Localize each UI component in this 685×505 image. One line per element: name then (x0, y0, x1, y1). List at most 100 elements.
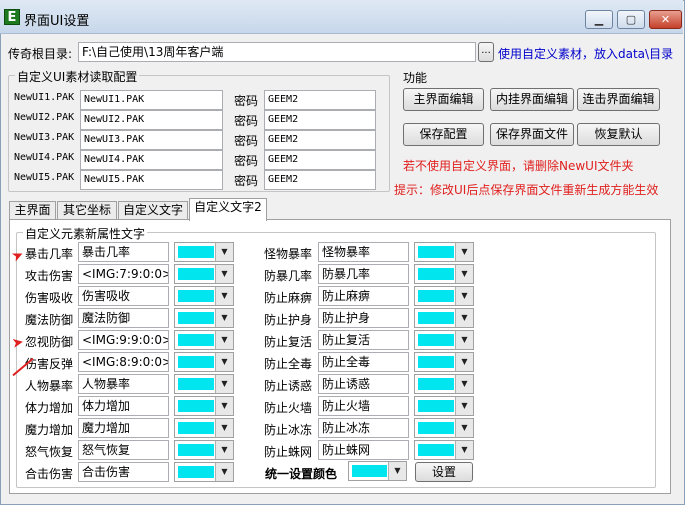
attr-label: 防止冰冻 (264, 423, 313, 437)
attr-text-input[interactable]: 防暴几率 (318, 264, 409, 284)
tab-other-coords[interactable]: 其它坐标 (57, 201, 117, 220)
pak-name-label: NewUI1.PAK (14, 92, 75, 103)
main-ui-edit-button[interactable]: 主界面编辑 (403, 88, 484, 111)
attr-text-input[interactable]: 防止火墙 (318, 396, 409, 416)
browse-button[interactable]: ... (478, 42, 494, 62)
combo-ui-edit-button[interactable]: 连击界面编辑 (577, 88, 660, 111)
attr-text-input[interactable]: <IMG:8:9:0:0> (78, 352, 169, 372)
color-swatch (418, 268, 454, 280)
attr-text-input[interactable]: <IMG:7:9:0:0> (78, 264, 169, 284)
color-swatch (178, 378, 214, 390)
attr-text-input[interactable]: 防止蛛网 (318, 440, 409, 460)
pak-password-input[interactable]: GEEM2 (264, 110, 376, 130)
attr-text-input[interactable]: 暴击几率 (78, 242, 169, 262)
pak-file-input[interactable]: NewUI4.PAK (80, 150, 223, 170)
minimize-button[interactable]: ▁ (585, 10, 613, 29)
attr-text-input[interactable]: 体力增加 (78, 396, 169, 416)
pak-password-input[interactable]: GEEM2 (264, 150, 376, 170)
attr-color-select[interactable]: ▼ (174, 396, 234, 416)
color-swatch (178, 356, 214, 368)
chevron-down-icon: ▼ (215, 441, 233, 459)
attr-text-input[interactable]: <IMG:9:9:0:0> (78, 330, 169, 350)
tab-custom-text-2[interactable]: 自定义文字2 (189, 198, 267, 221)
attr-color-select[interactable]: ▼ (414, 352, 474, 372)
attr-color-select[interactable]: ▼ (414, 264, 474, 284)
attr-color-select[interactable]: ▼ (414, 330, 474, 350)
pak-file-input[interactable]: NewUI2.PAK (80, 110, 223, 130)
pak-password-input[interactable]: GEEM2 (264, 130, 376, 150)
attr-text-input[interactable]: 防止诱惑 (318, 374, 409, 394)
chevron-down-icon: ▼ (455, 287, 473, 305)
color-swatch (178, 312, 214, 324)
attr-text-input[interactable]: 魔力增加 (78, 418, 169, 438)
attr-color-select[interactable]: ▼ (174, 286, 234, 306)
attr-text-input[interactable]: 伤害吸收 (78, 286, 169, 306)
chevron-down-icon: ▼ (215, 309, 233, 327)
attr-color-select[interactable]: ▼ (174, 352, 234, 372)
attr-label: 伤害吸收 (25, 291, 74, 305)
attr-color-select[interactable]: ▼ (174, 374, 234, 394)
color-swatch (418, 312, 454, 324)
chevron-down-icon: ▼ (215, 331, 233, 349)
tab-main-ui[interactable]: 主界面 (9, 201, 56, 220)
attr-color-select[interactable]: ▼ (414, 308, 474, 328)
attr-color-select[interactable]: ▼ (414, 440, 474, 460)
attr-color-select[interactable]: ▼ (414, 242, 474, 262)
pak-file-input[interactable]: NewUI3.PAK (80, 130, 223, 150)
close-icon: ✕ (660, 13, 671, 26)
save-ui-file-button[interactable]: 保存界面文件 (490, 123, 574, 146)
color-swatch (178, 400, 214, 412)
attr-color-select[interactable]: ▼ (174, 242, 234, 262)
attr-label: 防暴几率 (264, 269, 313, 283)
attr-label: 怪物暴率 (264, 247, 313, 261)
root-dir-input[interactable]: F:\自己使用\13周年客户端 (78, 42, 476, 62)
attr-text-input[interactable]: 合击伤害 (78, 462, 169, 482)
pak-file-input[interactable]: NewUI5.PAK (80, 170, 223, 190)
set-color-button[interactable]: 设置 (415, 462, 473, 482)
attr-color-select[interactable]: ▼ (174, 462, 234, 482)
chevron-down-icon: ▼ (215, 463, 233, 481)
pak-file-input[interactable]: NewUI1.PAK (80, 90, 223, 110)
attr-color-select[interactable]: ▼ (174, 330, 234, 350)
pak-password-input[interactable]: GEEM2 (264, 90, 376, 110)
attr-text-input[interactable]: 防止复活 (318, 330, 409, 350)
attr-label: 攻击伤害 (25, 269, 74, 283)
plugin-ui-edit-button[interactable]: 内挂界面编辑 (490, 88, 574, 111)
attr-color-select[interactable]: ▼ (174, 308, 234, 328)
attr-color-select[interactable]: ▼ (414, 418, 474, 438)
save-config-button[interactable]: 保存配置 (403, 123, 484, 146)
attr-label: 防止诱惑 (264, 379, 313, 393)
title-bar[interactable]: E 界面UI设置 ▁ ▢ ✕ (0, 0, 683, 34)
minimize-icon: ▁ (594, 13, 604, 26)
attr-text-input[interactable]: 防止冰冻 (318, 418, 409, 438)
attr-color-select[interactable]: ▼ (414, 286, 474, 306)
pak-password-input[interactable]: GEEM2 (264, 170, 376, 190)
attr-label: 防止火墙 (264, 401, 313, 415)
attr-text-input[interactable]: 防止护身 (318, 308, 409, 328)
unify-color-select[interactable]: ▼ (348, 461, 407, 481)
restore-default-button[interactable]: 恢复默认 (577, 123, 660, 146)
custom-material-link[interactable]: 使用自定义素材，放入data\目录 (498, 45, 673, 62)
attr-label: 合击伤害 (25, 467, 74, 481)
color-swatch (178, 422, 214, 434)
attr-text-input[interactable]: 魔法防御 (78, 308, 169, 328)
chevron-down-icon: ▼ (455, 265, 473, 283)
chevron-down-icon: ▼ (215, 419, 233, 437)
delete-folder-note: 若不使用自定义界面，请删除NewUI文件夹 (403, 159, 634, 173)
attr-text-input[interactable]: 防止全毒 (318, 352, 409, 372)
tab-custom-text[interactable]: 自定义文字 (118, 201, 188, 220)
chevron-down-icon: ▼ (215, 375, 233, 393)
attr-color-select[interactable]: ▼ (174, 440, 234, 460)
attr-color-select[interactable]: ▼ (174, 264, 234, 284)
attr-text-input[interactable]: 防止麻痹 (318, 286, 409, 306)
attr-text-input[interactable]: 怒气恢复 (78, 440, 169, 460)
attr-color-select[interactable]: ▼ (414, 374, 474, 394)
close-button[interactable]: ✕ (649, 10, 682, 29)
color-swatch (178, 334, 214, 346)
pak-name-label: NewUI2.PAK (14, 112, 75, 123)
attr-text-input[interactable]: 人物暴率 (78, 374, 169, 394)
attr-color-select[interactable]: ▼ (414, 396, 474, 416)
maximize-button[interactable]: ▢ (617, 10, 645, 29)
attr-text-input[interactable]: 怪物暴率 (318, 242, 409, 262)
attr-color-select[interactable]: ▼ (174, 418, 234, 438)
